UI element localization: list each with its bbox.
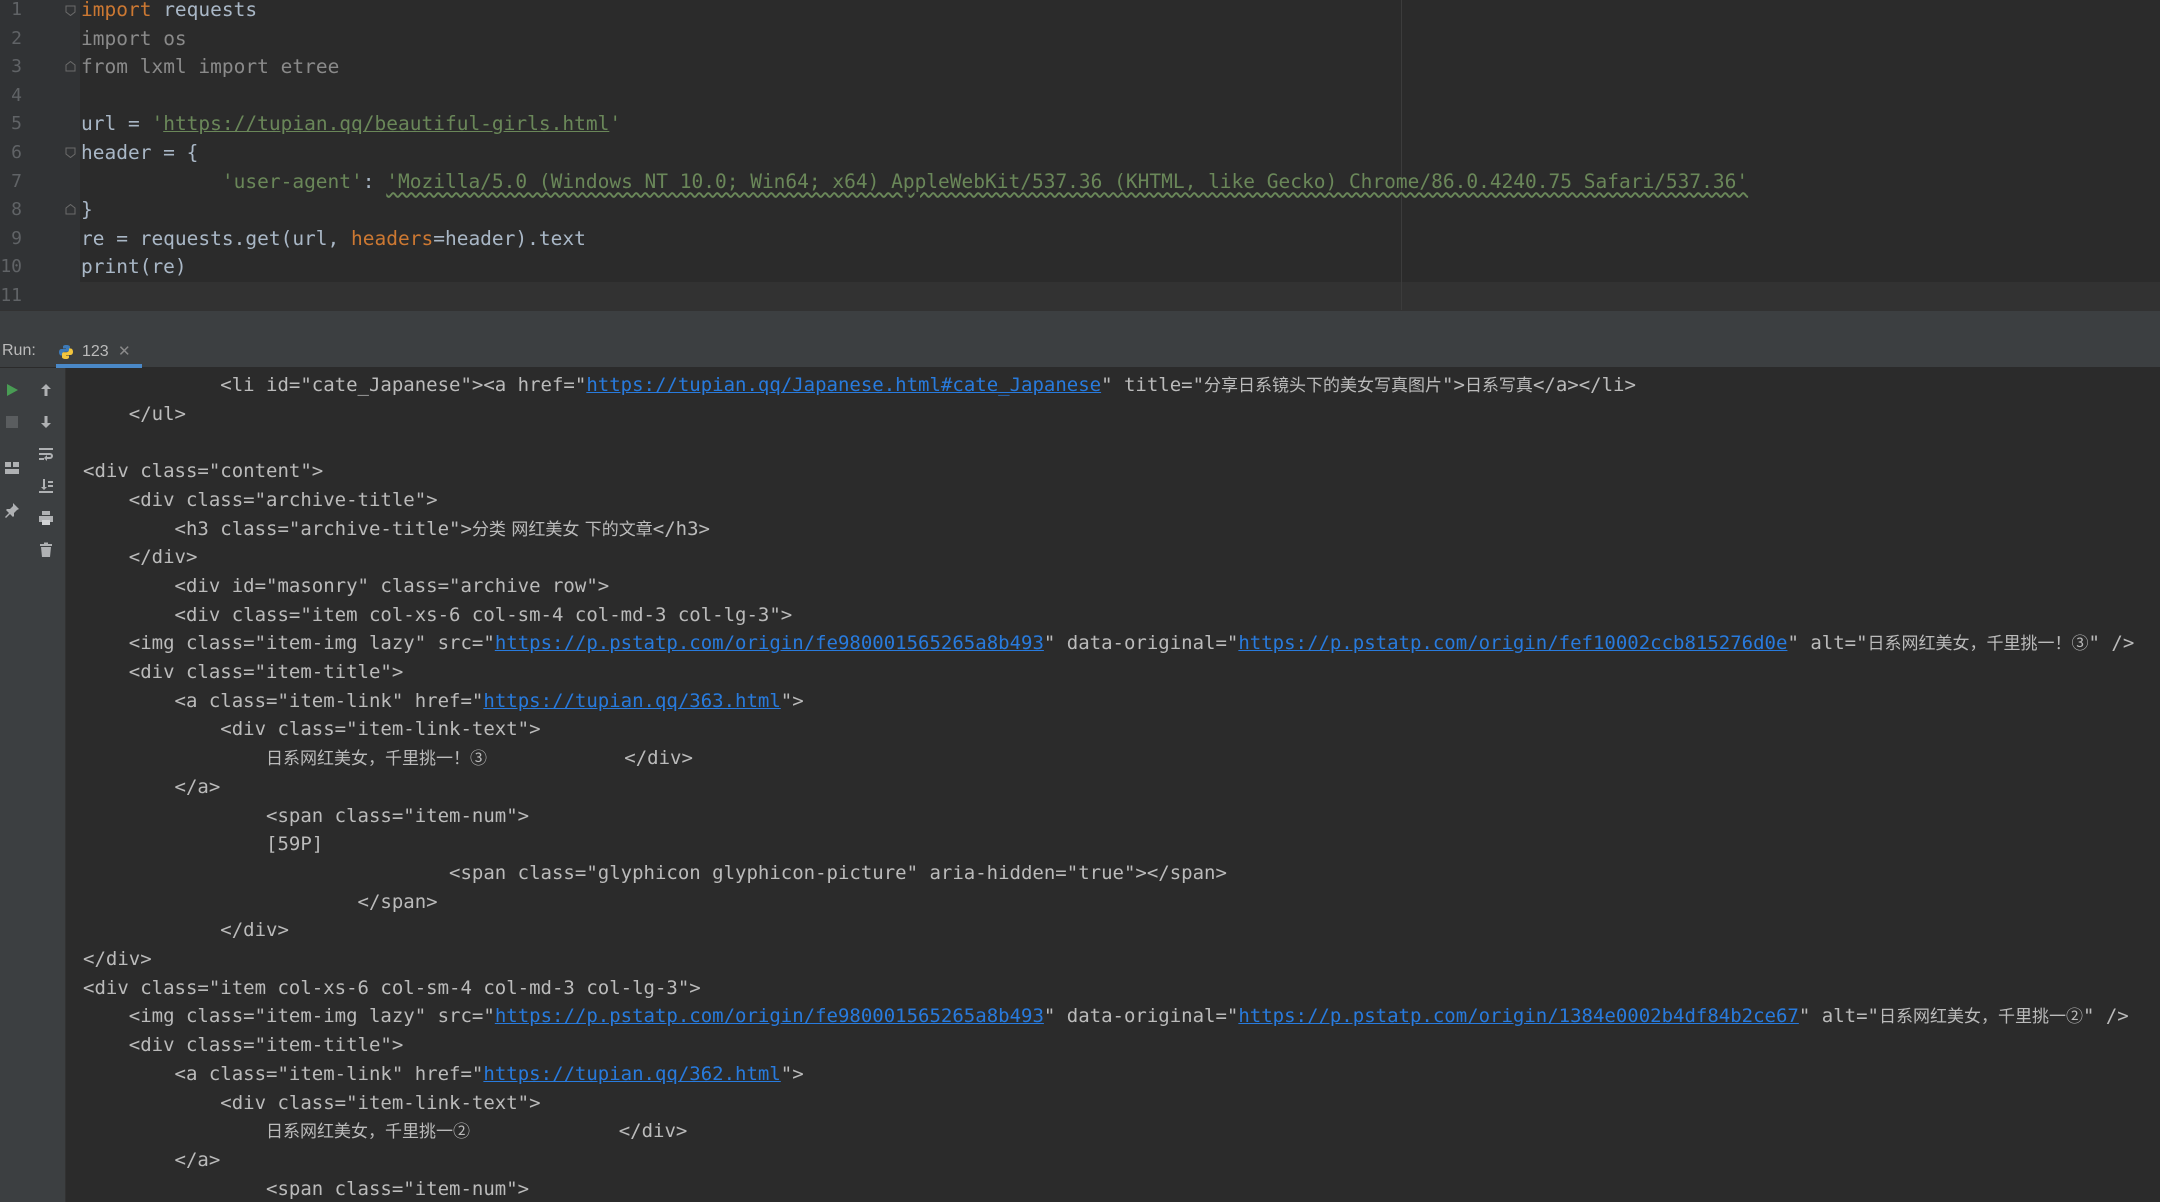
up-arrow-icon[interactable] <box>34 378 58 402</box>
console-line: <li id="cate_Japanese"><a href="https://… <box>83 374 1636 396</box>
console-line: <div class="item-link-text"> <box>83 718 541 741</box>
console-link[interactable]: https://tupian.qq/Japanese.html#cate_Jap… <box>586 374 1101 396</box>
console-line: </a> <box>83 1148 221 1171</box>
panel-splitter[interactable] <box>0 310 2160 337</box>
code-line-10: print(re) <box>81 255 187 279</box>
code-line-2: import os <box>81 26 187 50</box>
editor-gutter: 1 2 3 4 5 6 7 8 9 10 11 <box>0 0 80 310</box>
console-link[interactable]: https://p.pstatp.com/origin/1384e0002b4d… <box>1238 1005 1799 1027</box>
console-line: <div class="item-title"> <box>83 661 404 683</box>
down-arrow-icon[interactable] <box>34 410 58 434</box>
python-icon <box>59 345 73 359</box>
code-line-8: } <box>81 198 93 222</box>
console-line: </span> <box>83 890 438 913</box>
console-line: </div> <box>83 546 198 569</box>
print-icon[interactable] <box>34 506 58 530</box>
fold-marker-icon[interactable] <box>65 61 76 72</box>
line-number: 6 <box>11 142 22 163</box>
code-line-6: header = { <box>81 141 199 164</box>
console-line: 日系网红美女，千里挑一！③ </div> <box>266 747 693 770</box>
line-number: 2 <box>11 27 22 49</box>
line-number: 9 <box>11 227 22 249</box>
console-line: <img class="item-img lazy" src="https://… <box>83 632 2135 655</box>
run-label: Run: <box>2 342 36 359</box>
line-number: 4 <box>11 84 22 106</box>
console-line: <span class="glyphicon glyphicon-picture… <box>83 861 1227 884</box>
console-line: <a class="item-link" href="https://tupia… <box>83 1062 804 1085</box>
pin-icon[interactable] <box>0 498 24 522</box>
console-line: </a> <box>83 775 221 798</box>
fold-marker-icon[interactable] <box>65 5 76 16</box>
console-link[interactable]: https://p.pstatp.com/origin/fe9800015652… <box>495 632 1044 654</box>
console-line: 日系网红美女，千里挑一② </div> <box>266 1120 688 1143</box>
console-line: <a class="item-link" href="https://tupia… <box>83 689 804 712</box>
line-number: 10 <box>0 256 22 278</box>
console-line: <span class="item-num"> <box>83 1177 530 1200</box>
code-line-3: from lxml import etree <box>81 55 340 79</box>
layout-icon[interactable] <box>0 456 24 480</box>
console-link[interactable]: https://p.pstatp.com/origin/fef10002ccb8… <box>1238 632 1787 654</box>
run-icon[interactable] <box>0 378 24 402</box>
console-line: [59P] <box>83 833 324 856</box>
console-link[interactable]: https://tupian.qq/362.html <box>483 1063 780 1085</box>
soft-wrap-icon[interactable] <box>34 442 58 466</box>
line-number: 8 <box>11 199 22 221</box>
console-line: <div class="item-title"> <box>83 1034 404 1057</box>
run-tab-123[interactable]: 123 ✕ <box>56 336 142 368</box>
code-line-7: 'user-agent': 'Mozilla/5.0 (Windows NT 1… <box>221 169 1749 193</box>
code-line-1: import requests <box>81 0 258 21</box>
line-number: 7 <box>11 170 22 192</box>
console-line: <div class="item col-xs-6 col-sm-4 col-m… <box>83 976 701 999</box>
code-editor[interactable]: 1 2 3 4 5 6 7 8 9 10 11 import requests … <box>0 0 2160 310</box>
code-url-link: https://tupian.qq/beautiful-girls.html <box>163 112 610 136</box>
console-line: </div> <box>83 948 152 970</box>
console-line: <div class="archive-title"> <box>83 488 438 511</box>
console-link[interactable]: https://tupian.qq/363.html <box>483 690 780 712</box>
code-line-5: url = 'https://tupian.qq/beautiful-girls… <box>81 112 622 136</box>
fold-marker-icon[interactable] <box>65 147 76 158</box>
trash-icon[interactable] <box>34 538 58 562</box>
console-line: <div class="content"> <box>83 460 324 483</box>
code-line-9: re = requests.get(url, headers=header).t… <box>81 226 586 250</box>
fold-marker-icon[interactable] <box>65 204 76 215</box>
line-number: 1 <box>11 0 22 20</box>
current-line-highlight <box>80 282 2160 310</box>
close-tab-icon[interactable]: ✕ <box>118 342 131 360</box>
right-margin-guide <box>1401 0 1402 310</box>
line-number: 5 <box>11 113 22 135</box>
run-tool-window-header: Run: 123 ✕ <box>0 336 2160 368</box>
run-toolbar <box>0 368 66 1202</box>
console-line: </div> <box>83 919 289 942</box>
console-line: <span class="item-num"> <box>83 804 530 827</box>
console-line: <div id="masonry" class="archive row"> <box>83 574 610 597</box>
console-line: <h3 class="archive-title">分类 网红美女 下的文章</… <box>83 517 710 540</box>
console-line: <div class="item-link-text"> <box>83 1091 541 1114</box>
console-line: </ul> <box>83 402 186 425</box>
console-line: <div class="item col-xs-6 col-sm-4 col-m… <box>83 603 793 626</box>
scroll-to-end-icon[interactable] <box>34 474 58 498</box>
run-console-output[interactable]: <li id="cate_Japanese"><a href="https://… <box>66 368 2160 1202</box>
console-link[interactable]: https://p.pstatp.com/origin/fe9800015652… <box>495 1005 1044 1027</box>
console-line: <img class="item-img lazy" src="https://… <box>83 1005 2129 1028</box>
line-number: 11 <box>0 285 22 306</box>
run-tab-label: 123 <box>82 343 109 360</box>
line-number: 3 <box>11 56 22 78</box>
stop-icon[interactable] <box>0 410 24 434</box>
